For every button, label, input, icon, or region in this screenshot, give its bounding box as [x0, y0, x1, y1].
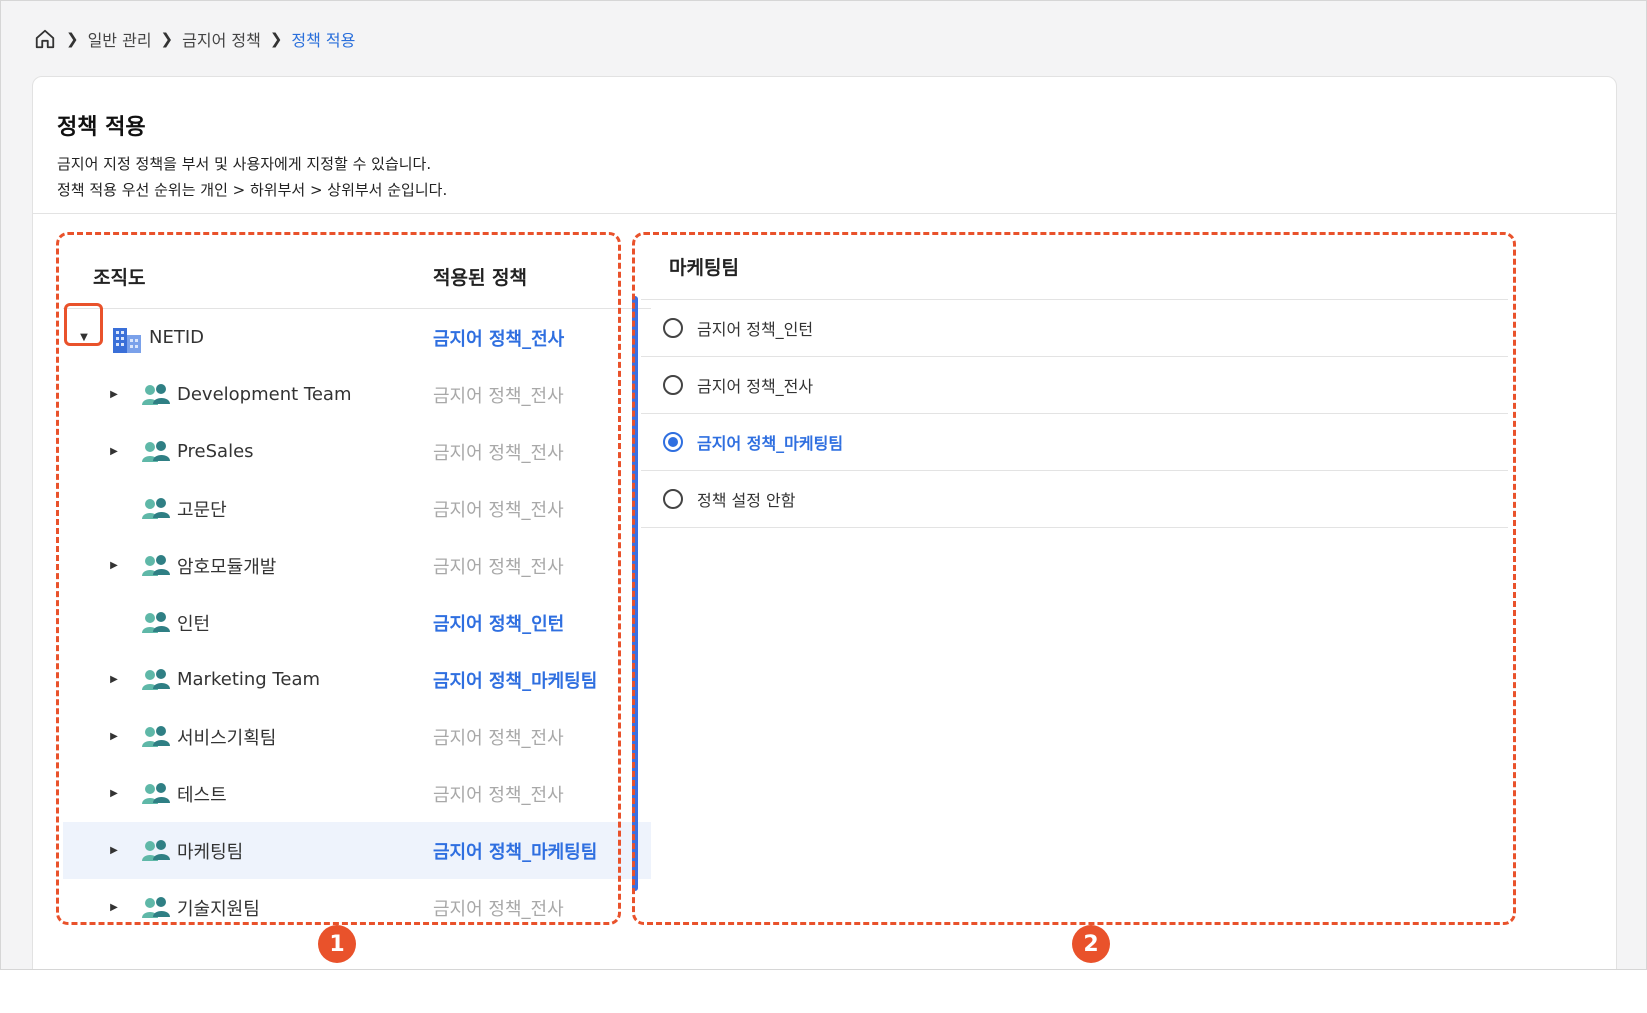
- breadcrumb-item-current: 정책 적용: [291, 31, 356, 50]
- annotation-box-2: [632, 232, 1516, 925]
- annotation-badge-1: 1: [318, 925, 356, 963]
- card-header: 정책 적용 금지어 지정 정책을 부서 및 사용자에게 지정할 수 있습니다. …: [33, 77, 1616, 214]
- chevron-right-icon: ❯: [160, 30, 174, 48]
- page-title: 정책 적용: [57, 115, 146, 140]
- breadcrumb: ❯ 일반 관리 ❯ 금지어 정책 ❯ 정책 적용: [33, 25, 355, 53]
- annotation-box-1: [56, 232, 621, 925]
- chevron-right-icon: ❯: [269, 30, 283, 48]
- home-icon[interactable]: [33, 27, 57, 51]
- page-description-1: 금지어 지정 정책을 부서 및 사용자에게 지정할 수 있습니다.: [57, 155, 432, 173]
- annotation-badge-2: 2: [1072, 925, 1110, 963]
- breadcrumb-item-general[interactable]: 일반 관리: [88, 27, 152, 51]
- annotation-toggle-highlight: [64, 303, 103, 346]
- chevron-right-icon: ❯: [66, 30, 79, 48]
- breadcrumb-item-banned-words[interactable]: 금지어 정책: [182, 27, 261, 51]
- app-screen: ❯ 일반 관리 ❯ 금지어 정책 ❯ 정책 적용 정책 적용 금지어 지정 정책…: [0, 0, 1647, 970]
- page-description-2: 정책 적용 우선 순위는 개인 > 하위부서 > 상위부서 순입니다.: [57, 181, 448, 199]
